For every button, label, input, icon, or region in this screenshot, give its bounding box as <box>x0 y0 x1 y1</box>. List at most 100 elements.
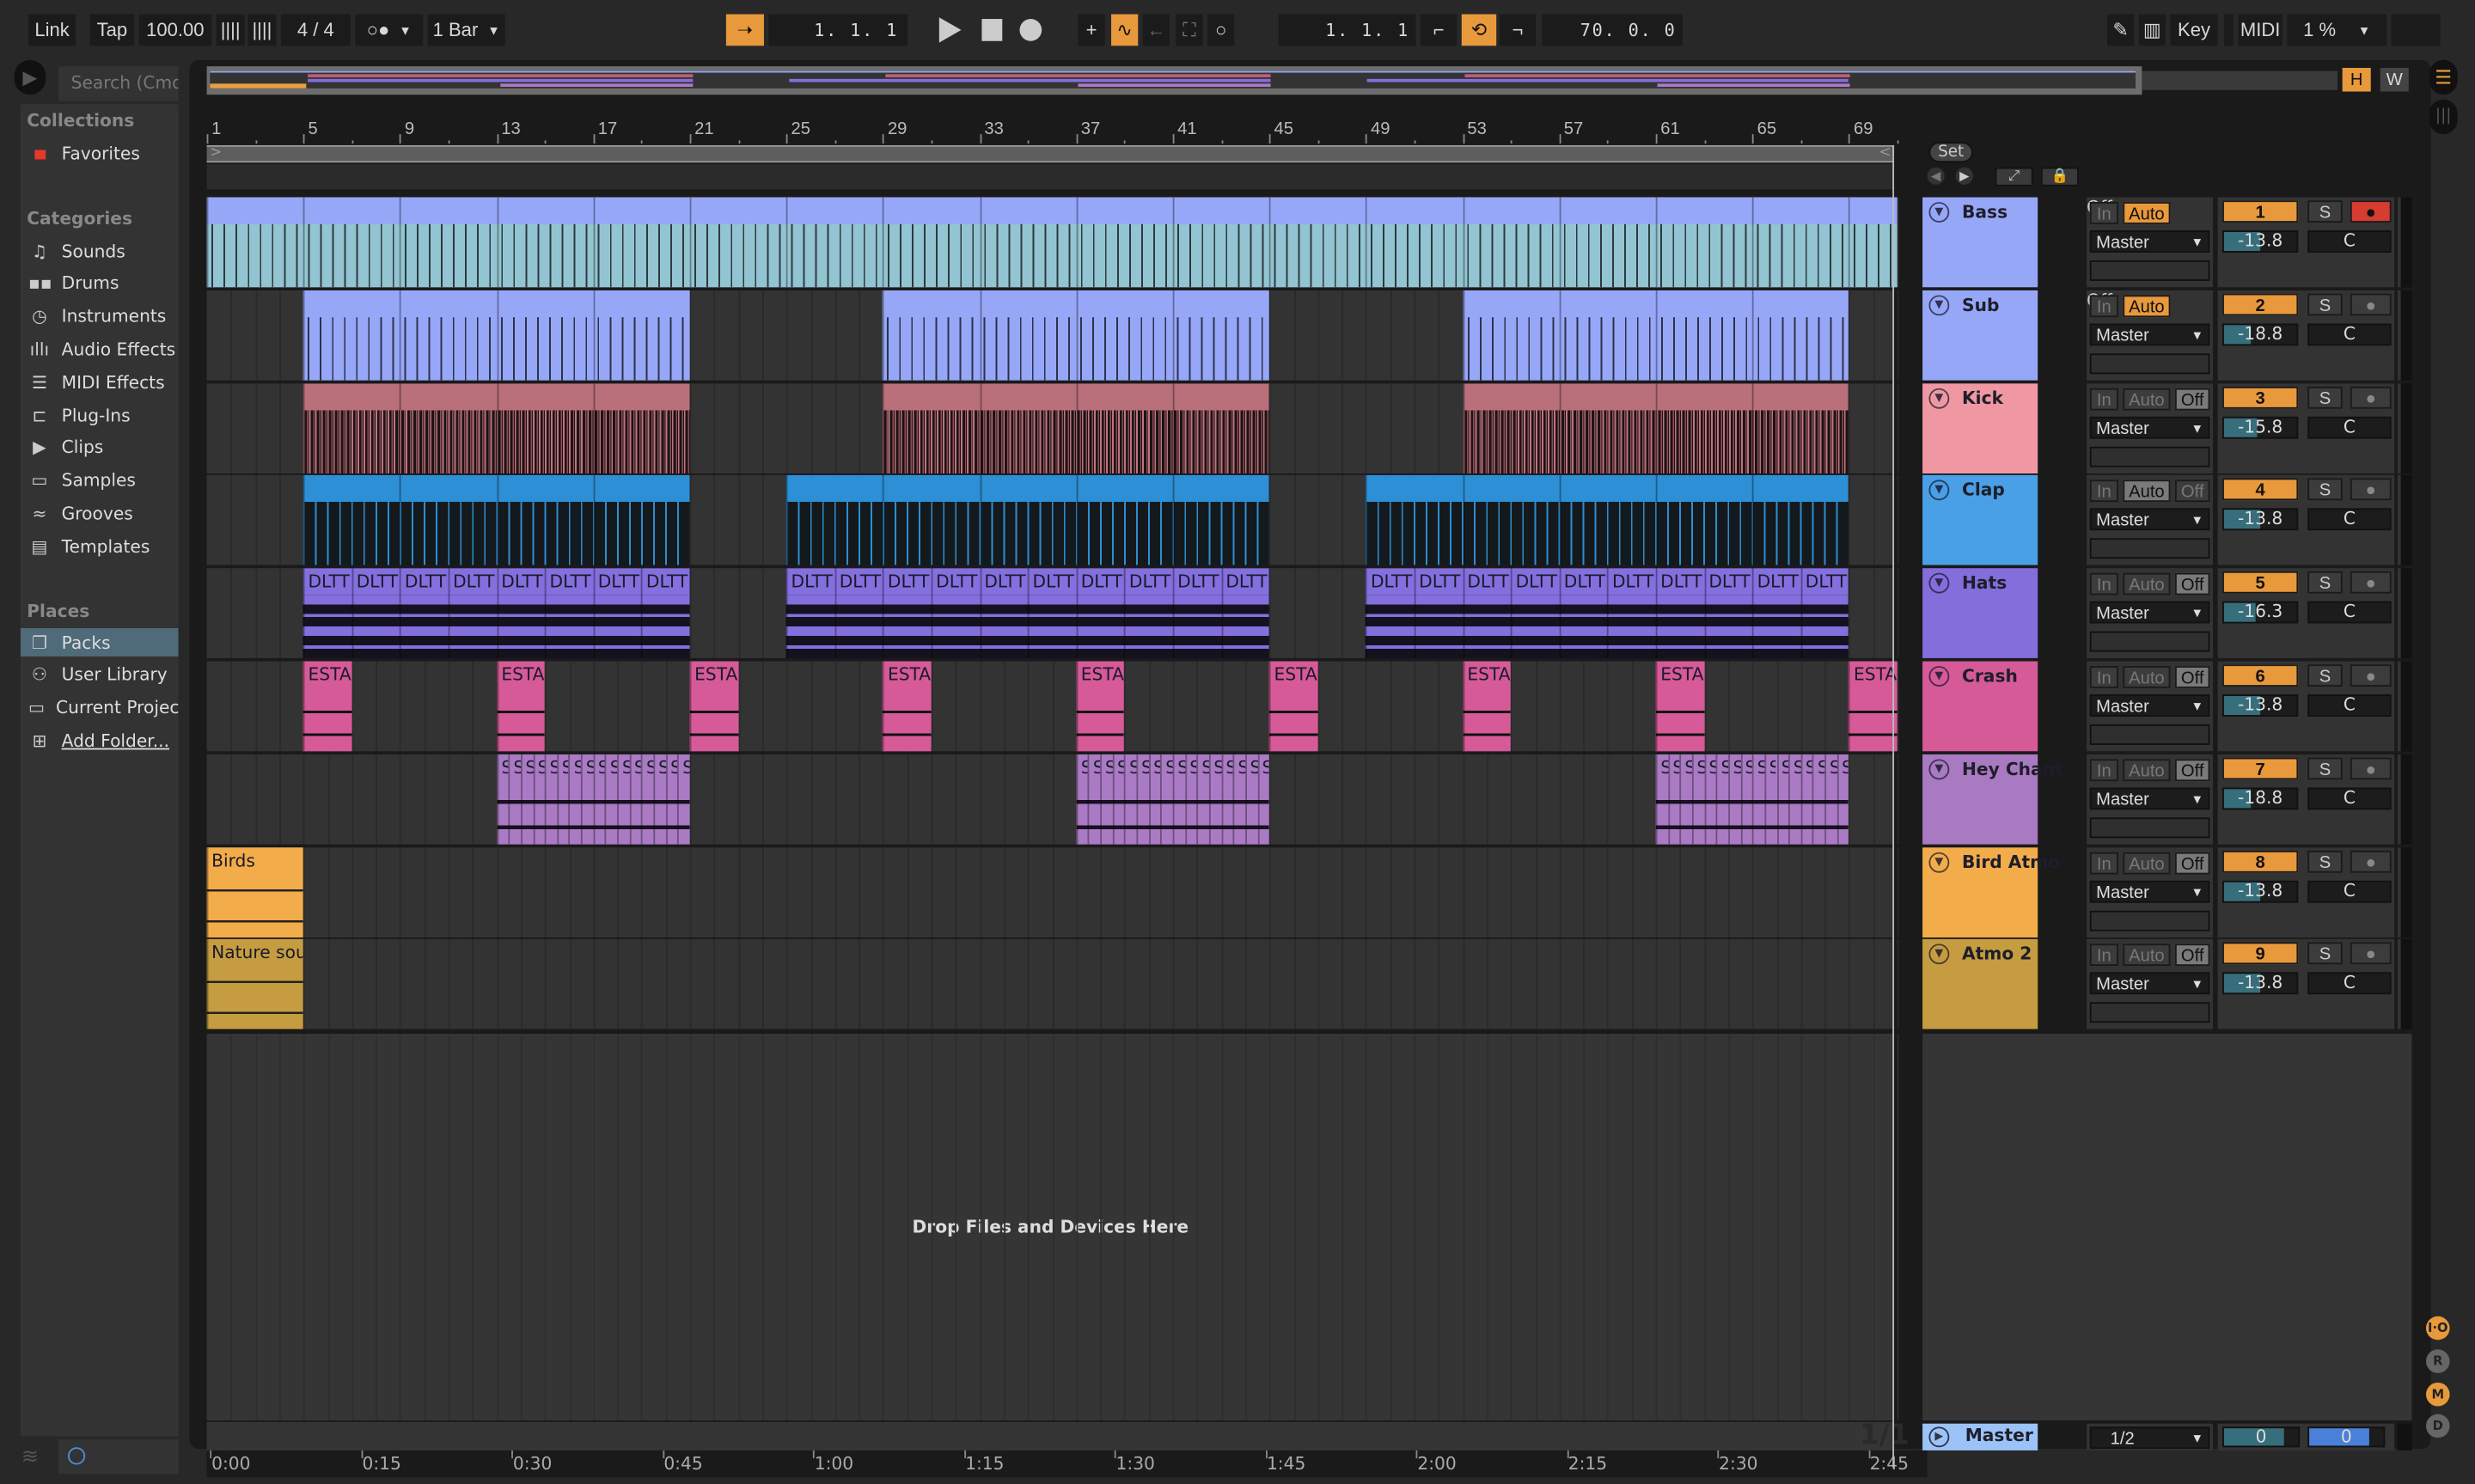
place-packs[interactable]: ❐ Packs <box>20 628 179 657</box>
collection-favorites[interactable]: Favorites <box>28 139 178 168</box>
browser-search-input[interactable]: Search (Cmd <box>58 66 179 101</box>
track-activator-button[interactable]: 5 <box>2222 571 2299 594</box>
pan-knob[interactable]: C <box>2307 323 2392 345</box>
arm-record-button[interactable]: ● <box>2350 664 2392 687</box>
volume-slider[interactable]: -13.8 <box>2222 509 2299 531</box>
fold-track-icon[interactable]: ▼ <box>1928 295 1950 315</box>
master-fold-icon[interactable]: ▶ <box>1928 1426 1950 1448</box>
track-header-hats[interactable]: ▼ Hats <box>1922 568 2038 659</box>
capture-icon[interactable]: ⛶ <box>1176 14 1203 46</box>
routing-channel-field[interactable] <box>2089 260 2210 281</box>
monitor-auto-button[interactable]: Auto <box>2123 295 2171 317</box>
clip[interactable]: SSSSSSSSSSSSSSSS <box>496 754 690 845</box>
track-header-hey-chant[interactable]: ▼ Hey Chant <box>1922 754 2063 845</box>
arm-record-button[interactable]: ● <box>2350 757 2392 779</box>
resize-icon[interactable]: ⤢ <box>1995 167 2033 186</box>
solo-button[interactable]: S <box>2307 386 2343 408</box>
key-map-button[interactable]: Key <box>2170 14 2218 46</box>
clip[interactable] <box>302 382 690 473</box>
solo-button[interactable]: S <box>2307 293 2343 315</box>
clip[interactable]: ESTA <box>1269 661 1318 752</box>
track-activator-button[interactable]: 2 <box>2222 293 2299 315</box>
clip[interactable]: SSSSSSSSSSSSSSSS <box>1655 754 1849 845</box>
browser-category-sounds[interactable]: ♫ Sounds <box>28 237 178 266</box>
track-activator-button[interactable]: 4 <box>2222 479 2299 501</box>
browser-category-drums[interactable]: ▪▪ Drums <box>28 270 178 298</box>
show-m-button[interactable]: M <box>2426 1382 2450 1406</box>
browser-category-midi-effects[interactable]: ☰ MIDI Effects <box>28 368 178 396</box>
routing-channel-field[interactable] <box>2089 910 2210 931</box>
computer-keyboard-icon[interactable]: ▥ <box>2138 14 2166 46</box>
monitor-in-button[interactable]: In <box>2089 388 2118 410</box>
track-lane-bird-atmo[interactable]: Birds <box>206 846 1899 937</box>
browser-category-clips[interactable]: ▶ Clips <box>28 434 178 462</box>
track-lane-clap[interactable] <box>206 475 1899 566</box>
monitor-auto-button[interactable]: Auto <box>2123 944 2171 967</box>
track-header-bass[interactable]: ▼ Bass <box>1922 197 2038 288</box>
clip[interactable]: ESTA <box>1655 661 1704 752</box>
clip[interactable] <box>1462 290 1849 381</box>
clip[interactable] <box>1366 475 1849 566</box>
back-to-arrangement-icon[interactable]: ← <box>1142 14 1170 46</box>
volume-slider[interactable]: -13.8 <box>2222 880 2299 902</box>
monitor-auto-button[interactable]: Auto <box>2123 666 2171 688</box>
output-routing-dropdown[interactable]: Master ▼ <box>2089 416 2210 438</box>
solo-button[interactable]: S <box>2307 479 2343 501</box>
solo-button[interactable]: S <box>2307 943 2343 965</box>
time-signature-field[interactable]: 4 / 4 <box>280 14 351 46</box>
beat-time-ruler[interactable]: 1 5 9 13 17 21 25 29 33 37 41 45 49 53 57 61 65 69 <box>206 110 1928 145</box>
clip[interactable]: SSSSSSSSSSSSSSSS <box>1076 754 1270 845</box>
arm-record-button[interactable]: ● <box>2350 850 2392 872</box>
groove-pool-icon[interactable]: ≋ <box>15 1445 46 1477</box>
play-button[interactable] <box>938 17 962 43</box>
fold-track-icon[interactable]: ▼ <box>1928 388 1950 408</box>
fold-track-icon[interactable]: ▼ <box>1928 944 1950 965</box>
track-lane-hats[interactable]: DLTT DLTT DLTT DLTT DLTT DLTT DLTT DLTT DLTT DLTT… <box>206 568 1899 659</box>
menu-icon[interactable]: ☰ <box>2429 59 2458 95</box>
monitor-off-button[interactable]: Off <box>2174 388 2210 410</box>
routing-channel-field[interactable] <box>2089 724 2210 745</box>
monitor-auto-button[interactable]: Auto <box>2123 852 2171 874</box>
place-add-folder-[interactable]: ⊞ Add Folder... <box>21 727 179 755</box>
clip[interactable]: ESTA <box>1462 661 1512 752</box>
clip[interactable]: ESTA <box>1076 661 1125 752</box>
quantize-dropdown[interactable]: 1 Bar ▼ <box>427 14 505 46</box>
volume-slider[interactable]: -18.8 <box>2222 787 2299 809</box>
track-lane-sub[interactable] <box>206 290 1899 381</box>
track-header-clap[interactable]: ▼ Clap <box>1922 475 2038 566</box>
monitor-in-button[interactable]: In <box>2089 666 2118 688</box>
browser-category-instruments[interactable]: ◷ Instruments <box>28 302 178 331</box>
pan-knob[interactable]: C <box>2307 787 2392 809</box>
arrow-right-icon[interactable]: ▶ <box>1955 167 1973 185</box>
routing-channel-field[interactable] <box>2089 353 2210 374</box>
monitor-in-button[interactable]: In <box>2089 480 2118 503</box>
clip[interactable] <box>883 290 1270 381</box>
monitor-in-button[interactable]: In <box>2089 202 2118 224</box>
fold-track-icon[interactable]: ▼ <box>1928 852 1950 872</box>
fit-width-button[interactable]: W <box>2380 67 2409 92</box>
track-activator-button[interactable]: 1 <box>2222 200 2299 223</box>
monitor-off-button[interactable]: Off <box>2174 759 2210 781</box>
clip[interactable] <box>206 197 1898 288</box>
monitor-in-button[interactable]: In <box>2089 573 2118 595</box>
output-routing-dropdown[interactable]: Master ▼ <box>2089 323 2210 345</box>
pan-knob[interactable]: C <box>2307 694 2392 717</box>
fold-track-icon[interactable]: ▼ <box>1928 480 1950 501</box>
track-activator-button[interactable]: 3 <box>2222 386 2299 408</box>
solo-button[interactable]: S <box>2307 200 2343 223</box>
follow-button[interactable]: ➝ <box>725 14 764 46</box>
monitor-off-button[interactable]: Off <box>2174 573 2210 595</box>
loop-brace[interactable]: > < <box>206 144 1895 163</box>
pan-knob[interactable]: C <box>2307 416 2392 438</box>
routing-channel-field[interactable] <box>2089 539 2210 559</box>
output-routing-dropdown[interactable]: Master ▼ <box>2089 509 2210 531</box>
output-routing-dropdown[interactable]: Master ▼ <box>2089 602 2210 624</box>
arrangement-overview[interactable] <box>206 66 2142 95</box>
place-current-project[interactable]: ▭ Current Project <box>21 693 178 722</box>
show-d-button[interactable]: D <box>2426 1414 2450 1438</box>
monitor-off-button[interactable]: Off <box>2174 480 2210 503</box>
volume-slider[interactable]: -15.8 <box>2222 416 2299 438</box>
clip[interactable] <box>302 290 690 381</box>
volume-slider[interactable]: -13.8 <box>2222 694 2299 717</box>
browser-category-grooves[interactable]: ≈ Grooves <box>28 499 178 528</box>
